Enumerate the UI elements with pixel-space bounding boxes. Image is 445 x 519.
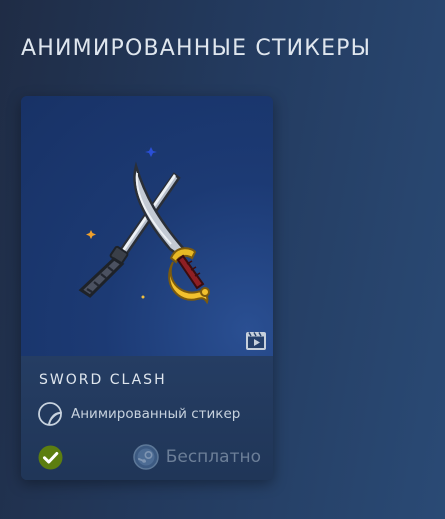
sticker-peel-icon <box>38 402 62 426</box>
price-button[interactable]: Бесплатно <box>132 444 261 470</box>
sticker-preview[interactable] <box>21 96 273 356</box>
item-title[interactable]: SWORD CLASH <box>39 372 167 388</box>
sword-clash-sticker-image <box>78 147 210 305</box>
item-type-row: Анимированный стикер <box>37 401 240 427</box>
sticker-card[interactable]: SWORD CLASH Анимированный стикер Бесплат… <box>21 96 273 480</box>
sparkle-blue-icon <box>145 147 157 157</box>
steam-points-icon <box>132 444 159 470</box>
sparkle-small-icon <box>141 295 145 299</box>
checkmark-icon <box>38 445 63 470</box>
card-info: SWORD CLASH Анимированный стикер Бесплат… <box>21 356 273 480</box>
price-label: Бесплатно <box>165 447 261 467</box>
section-title: АНИМИРОВАННЫЕ СТИКЕРЫ <box>21 36 372 61</box>
item-type-label: Анимированный стикер <box>71 406 241 422</box>
video-clapper-icon[interactable] <box>245 331 267 351</box>
sparkle-orange-icon <box>86 230 96 239</box>
